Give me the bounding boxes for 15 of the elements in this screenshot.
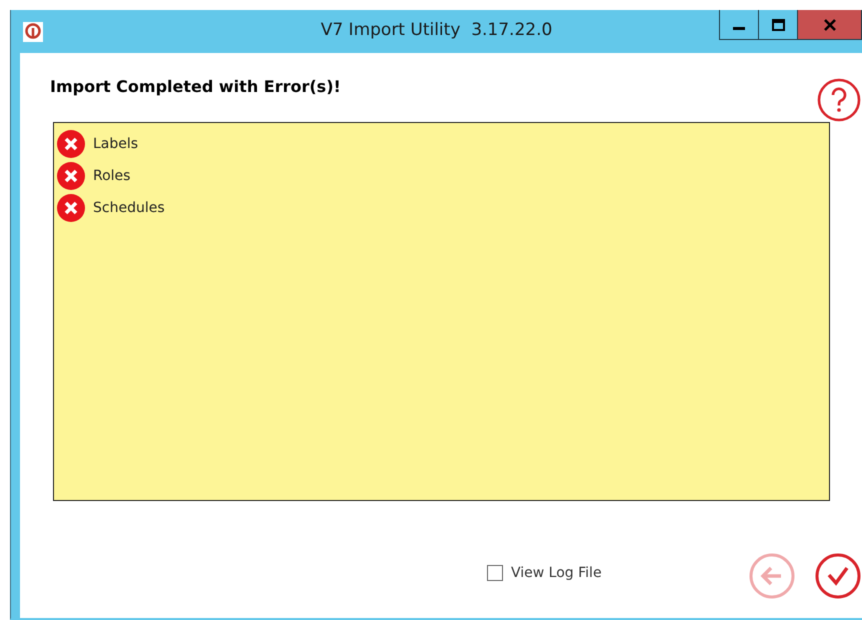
result-label: Roles (93, 168, 130, 184)
help-icon[interactable] (816, 77, 862, 123)
window-title: V7 Import Utility 3.17.22.0 (320, 20, 552, 40)
result-label: Schedules (93, 200, 165, 216)
close-button[interactable] (797, 10, 862, 40)
view-log-checkbox[interactable] (487, 565, 503, 581)
logo-icon (23, 22, 43, 42)
finish-button[interactable] (814, 552, 862, 600)
minimize-button[interactable] (719, 10, 759, 40)
status-heading: Import Completed with Error(s)! (50, 77, 341, 96)
minimize-icon (733, 27, 745, 30)
maximize-icon (772, 18, 784, 30)
result-label: Labels (93, 136, 138, 152)
close-icon (822, 18, 836, 30)
view-log-label: View Log File (511, 565, 602, 581)
